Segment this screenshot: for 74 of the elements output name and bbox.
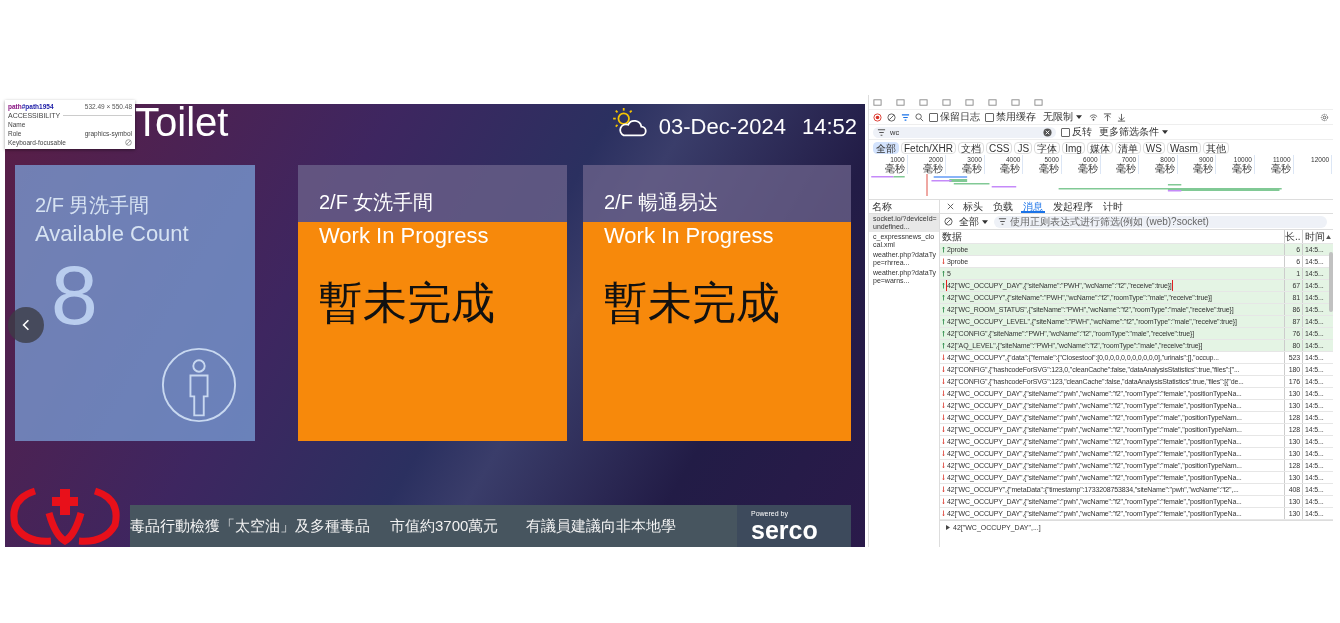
date-label: 03-Dec-2024	[658, 114, 786, 140]
upload-icon[interactable]	[1103, 112, 1112, 122]
card-subtitle: Work In Progress	[319, 222, 490, 250]
detail-tab[interactable]: 消息	[1021, 200, 1045, 213]
record-icon[interactable]	[873, 112, 882, 122]
column-header[interactable]: 时间	[1303, 230, 1333, 243]
toolbar-tab-icon[interactable]	[1011, 97, 1020, 107]
detail-tab[interactable]: 发起程序	[1051, 200, 1095, 213]
scrollbar-thumb[interactable]	[1329, 252, 1333, 312]
card-title: 2/F 男洗手間	[35, 193, 151, 218]
preserve-log-checkbox[interactable]: 保留日志	[929, 110, 980, 124]
brand-logo: serco	[751, 517, 819, 543]
clear-icon[interactable]	[944, 217, 953, 226]
caret-icon	[1162, 130, 1168, 134]
toolbar-tab-icon[interactable]	[919, 97, 928, 107]
clear-icon[interactable]	[887, 112, 896, 122]
toolbar-tab-icon[interactable]	[873, 97, 882, 107]
type-filter-button[interactable]: 其他	[1202, 141, 1229, 154]
type-filter-button[interactable]: WS	[1142, 141, 1165, 154]
type-filter-button[interactable]: 清单	[1114, 141, 1141, 154]
type-filter-button[interactable]: 全部	[873, 141, 899, 154]
search-icon[interactable]	[915, 112, 924, 122]
detail-tab[interactable]: 计时	[1101, 200, 1125, 213]
status-text: 暫未完成	[319, 278, 496, 328]
ticker-text: 市值約3700萬元	[390, 516, 499, 536]
toolbar-tab-icon[interactable]	[942, 97, 951, 107]
invert-checkbox[interactable]: 反转	[1061, 125, 1092, 139]
type-filter-button[interactable]: Fetch/XHR	[901, 141, 956, 154]
type-filter-button[interactable]: 媒体	[1086, 141, 1113, 154]
available-count: 8	[51, 253, 98, 337]
person-icon	[161, 347, 237, 423]
sun-cloud-icon	[610, 108, 647, 138]
type-filter-button[interactable]: 文档	[957, 141, 984, 154]
screen-title: Toilet	[135, 102, 229, 142]
message-filter-field[interactable]: 使用正则表达式进行筛选(例如 (web)?socket)	[994, 215, 1327, 228]
ticker-text: 毒品行動檢獲「太空油」及多種毒品	[130, 516, 370, 536]
card-title: 2/F 女洗手間	[319, 190, 435, 215]
close-icon[interactable]	[946, 202, 955, 211]
filter-icon[interactable]	[901, 112, 910, 122]
message-type-dropdown[interactable]: 全部	[957, 214, 990, 229]
expand-icon[interactable]	[946, 525, 950, 530]
caret-icon	[1076, 115, 1082, 119]
type-filter-button[interactable]: Wasm	[1166, 141, 1201, 154]
toolbar-tab-icon[interactable]	[988, 97, 997, 107]
type-filter-button[interactable]: CSS	[985, 141, 1013, 154]
status-text: 暫未完成	[604, 278, 781, 328]
column-header: 数据	[940, 230, 1286, 243]
ticker-text: 有議員建議向非本地學	[526, 516, 677, 536]
card-title: 2/F 暢通易达	[604, 190, 720, 215]
card-subtitle: Work In Progress	[604, 222, 775, 250]
download-icon[interactable]	[1117, 112, 1126, 122]
sort-ascending-icon	[1326, 234, 1332, 239]
type-filter-button[interactable]: Img	[1062, 141, 1085, 154]
type-filter-button[interactable]: 字体	[1034, 141, 1061, 154]
more-filters-dropdown[interactable]: 更多筛选条件	[1097, 125, 1170, 139]
column-header: 长..	[1285, 230, 1304, 243]
chevron-left-icon	[22, 318, 30, 332]
time-label: 14:52	[801, 114, 857, 140]
type-filter-button[interactable]: JS	[1014, 141, 1033, 154]
settings-icon[interactable]	[1320, 112, 1329, 122]
caret-icon	[982, 219, 988, 224]
toolbar-tab-icon[interactable]	[1034, 97, 1043, 107]
wifi-icon[interactable]	[1089, 112, 1098, 122]
detail-tab[interactable]: 标头	[961, 200, 985, 213]
previous-button[interactable]	[8, 307, 44, 343]
disable-cache-checkbox[interactable]: 禁用缓存	[985, 110, 1036, 124]
detail-tab[interactable]: 负载	[991, 200, 1015, 213]
filter-icon	[998, 217, 1007, 226]
toolbar-tab-icon[interactable]	[896, 97, 905, 107]
toolbar-tab-icon[interactable]	[965, 97, 974, 107]
clear-icon[interactable]	[1043, 127, 1052, 137]
filter-icon	[877, 127, 886, 137]
card-subtitle: Available Count	[35, 220, 190, 248]
throttle-dropdown[interactable]: 无限制	[1041, 110, 1084, 124]
